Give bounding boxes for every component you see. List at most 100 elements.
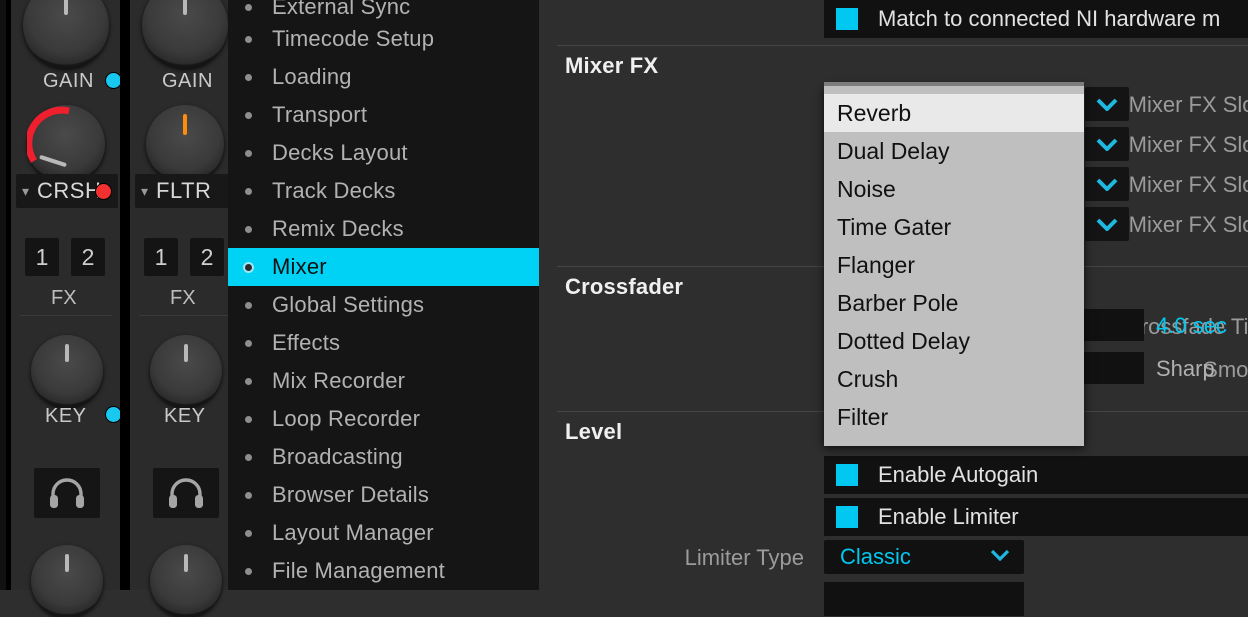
sidebar-item-label: Transport xyxy=(272,102,368,127)
sidebar-item-label: External Sync xyxy=(272,0,411,19)
mixer-fx-slot-1-dropdown-button[interactable] xyxy=(1085,87,1129,121)
bullet-icon xyxy=(245,187,252,195)
cue-button-a[interactable] xyxy=(34,468,100,518)
enable-limiter-label: Enable Limiter xyxy=(878,504,1019,529)
dropdown-option-time-gater[interactable]: Time Gater xyxy=(824,208,1084,246)
fx-knob-b-indicator xyxy=(183,114,187,135)
fx-assign-b-2-label: 2 xyxy=(200,243,214,270)
fx-assign-button-a-2[interactable]: 2 xyxy=(71,238,105,276)
limiter-type-select[interactable]: Classic xyxy=(824,540,1024,574)
enable-limiter-row[interactable]: Enable Limiter xyxy=(824,498,1248,536)
fx-section-label-a: FX xyxy=(51,287,77,309)
key-label-b: KEY xyxy=(164,405,206,427)
mixer-left-edge xyxy=(0,0,6,590)
sidebar-item-global-settings[interactable]: Global Settings xyxy=(228,286,539,324)
bullet-icon xyxy=(245,73,252,81)
mixer-fx-slot-3-dropdown-button[interactable] xyxy=(1085,167,1129,201)
gain-led-a[interactable] xyxy=(106,73,121,88)
enable-autogain-label: Enable Autogain xyxy=(878,462,1039,487)
sidebar-item-effects[interactable]: Effects xyxy=(228,324,539,362)
gain-knob-a[interactable] xyxy=(23,0,109,68)
sidebar-item-label: Broadcasting xyxy=(272,444,403,469)
bullet-icon xyxy=(245,263,252,271)
bullet-icon xyxy=(245,339,252,347)
bullet-icon xyxy=(245,453,252,461)
sidebar-item-track-decks[interactable]: Track Decks xyxy=(228,172,539,210)
sidebar-item-file-management[interactable]: File Management xyxy=(228,552,539,590)
fx-select-b[interactable]: ▾ FLTR xyxy=(135,174,237,208)
fx-section-label-b: FX xyxy=(170,287,196,309)
sidebar-item-decks-layout[interactable]: Decks Layout xyxy=(228,134,539,172)
bullet-icon xyxy=(245,35,252,43)
match-ni-hardware-checkbox-row[interactable]: Match to connected NI hardware m xyxy=(824,0,1248,38)
bullet-icon xyxy=(245,415,252,423)
dropdown-option-noise[interactable]: Noise xyxy=(824,170,1084,208)
dropdown-top-shadow xyxy=(824,82,1084,86)
sidebar-item-mixer[interactable]: Mixer xyxy=(228,248,539,286)
dropdown-option-crush[interactable]: Crush xyxy=(824,360,1084,398)
enable-limiter-checkbox[interactable] xyxy=(836,506,858,528)
mixer-fx-slot-4-dropdown-button[interactable] xyxy=(1085,207,1129,241)
key-knob-b-indicator xyxy=(184,343,188,363)
sidebar-item-loop-recorder[interactable]: Loop Recorder xyxy=(228,400,539,438)
key-knob-a[interactable] xyxy=(31,335,103,407)
volume-knob-b-indicator xyxy=(184,553,188,573)
chevron-down-icon: ▾ xyxy=(22,183,30,199)
fx-assign-button-b-2[interactable]: 2 xyxy=(190,238,224,276)
dropdown-option-dotted-delay[interactable]: Dotted Delay xyxy=(824,322,1084,360)
key-led-a[interactable] xyxy=(106,407,121,422)
sidebar-item-layout-manager[interactable]: Layout Manager xyxy=(228,514,539,552)
dropdown-option-dual-delay[interactable]: Dual Delay xyxy=(824,132,1084,170)
sidebar-item-browser-details[interactable]: Browser Details xyxy=(228,476,539,514)
chevron-down-icon xyxy=(1096,138,1118,151)
fx-knob-b[interactable] xyxy=(146,105,224,183)
fx-assign-button-a-1[interactable]: 1 xyxy=(25,238,59,276)
sidebar-item-label: Remix Decks xyxy=(272,216,404,241)
gain-knob-b[interactable] xyxy=(142,0,228,68)
sidebar-item-remix-decks[interactable]: Remix Decks xyxy=(228,210,539,248)
fx-assign-a-2-label: 2 xyxy=(81,243,95,270)
chevron-down-icon: ▾ xyxy=(141,183,149,199)
limiter-type-label: Limiter Type xyxy=(684,545,804,570)
sidebar-item-label: Timecode Setup xyxy=(272,26,435,51)
bullet-icon xyxy=(245,567,252,575)
volume-knob-a[interactable] xyxy=(31,545,103,617)
sidebar-item-timecode-setup[interactable]: Timecode Setup xyxy=(228,20,539,58)
dropdown-option-filter[interactable]: Filter xyxy=(824,398,1084,436)
match-ni-hardware-checkbox[interactable] xyxy=(836,8,858,30)
mixer-panel: GAIN ▾ CRSH 1 2 FX KEY GAIN ▾ FLTR 1 2 F… xyxy=(0,0,239,617)
key-knob-b[interactable] xyxy=(150,335,222,407)
sidebar-item-loading[interactable]: Loading xyxy=(228,58,539,96)
sidebar-item-label: Decks Layout xyxy=(272,140,408,165)
fx-assign-button-b-1[interactable]: 1 xyxy=(144,238,178,276)
enable-autogain-row[interactable]: Enable Autogain xyxy=(824,456,1248,494)
sidebar-item-label: File Management xyxy=(272,558,445,583)
dropdown-option-flanger[interactable]: Flanger xyxy=(824,246,1084,284)
sidebar-item-label: Global Settings xyxy=(272,292,425,317)
bullet-icon xyxy=(245,225,252,233)
chevron-down-icon xyxy=(1096,98,1118,111)
chevron-down-icon xyxy=(1096,178,1118,191)
sidebar-item-transport[interactable]: Transport xyxy=(228,96,539,134)
sidebar-item-label: Effects xyxy=(272,330,341,355)
sidebar-item-mix-recorder[interactable]: Mix Recorder xyxy=(228,362,539,400)
cue-button-b[interactable] xyxy=(153,468,219,518)
enable-autogain-checkbox[interactable] xyxy=(836,464,858,486)
dropdown-option-barber-pole[interactable]: Barber Pole xyxy=(824,284,1084,322)
chevron-down-icon xyxy=(990,548,1010,566)
mixer-fx-slot-1-dropdown-menu[interactable]: Reverb Dual Delay Noise Time Gater Flang… xyxy=(824,86,1084,446)
fx-knob-a[interactable] xyxy=(27,105,105,183)
key-knob-a-indicator xyxy=(65,343,69,363)
volume-knob-b[interactable] xyxy=(150,545,222,617)
mixer-channel-strip-a: GAIN ▾ CRSH 1 2 FX KEY xyxy=(11,0,121,617)
fx-led-a[interactable] xyxy=(96,184,111,199)
sidebar-item-broadcasting[interactable]: Broadcasting xyxy=(228,438,539,476)
level-extra-field[interactable] xyxy=(824,582,1024,616)
sidebar-item-label: Loading xyxy=(272,64,352,89)
dropdown-option-reverb[interactable]: Reverb xyxy=(824,94,1084,132)
sidebar-item-label: Layout Manager xyxy=(272,520,434,545)
section-divider-mixerfx xyxy=(557,45,1248,46)
settings-sidebar[interactable]: External Sync Timecode Setup Loading Tra… xyxy=(228,0,539,590)
mixer-channel-strip-b: GAIN ▾ FLTR 1 2 FX KEY xyxy=(130,0,239,617)
mixer-fx-slot-2-dropdown-button[interactable] xyxy=(1085,127,1129,161)
